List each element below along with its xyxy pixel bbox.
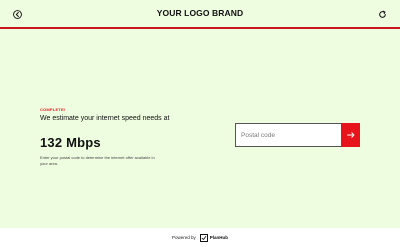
status-label: COMPLETE! <box>40 107 66 112</box>
estimate-text: We estimate your internet speed needs at <box>40 115 170 122</box>
app-container: YOUR LOGO BRAND COMPLETE! We estimate yo… <box>0 0 400 228</box>
footer: Powered by PlanHub <box>0 228 400 247</box>
helper-text: Enter your postal code to determine the … <box>40 155 155 166</box>
refresh-icon <box>379 10 386 18</box>
powered-by-label: Powered by <box>171 235 196 240</box>
brand-logo-text: YOUR LOGO BRAND <box>156 8 244 18</box>
planhub-logo-icon <box>199 233 208 242</box>
header: YOUR LOGO BRAND <box>0 0 400 29</box>
speed-value: 132 Mbps <box>40 135 101 150</box>
planhub-logo-text: PlanHub <box>209 235 229 240</box>
submit-postal-button[interactable] <box>341 123 360 147</box>
postal-code-input[interactable] <box>235 123 342 147</box>
arrow-right-icon <box>346 132 354 138</box>
refresh-button[interactable] <box>376 8 389 21</box>
